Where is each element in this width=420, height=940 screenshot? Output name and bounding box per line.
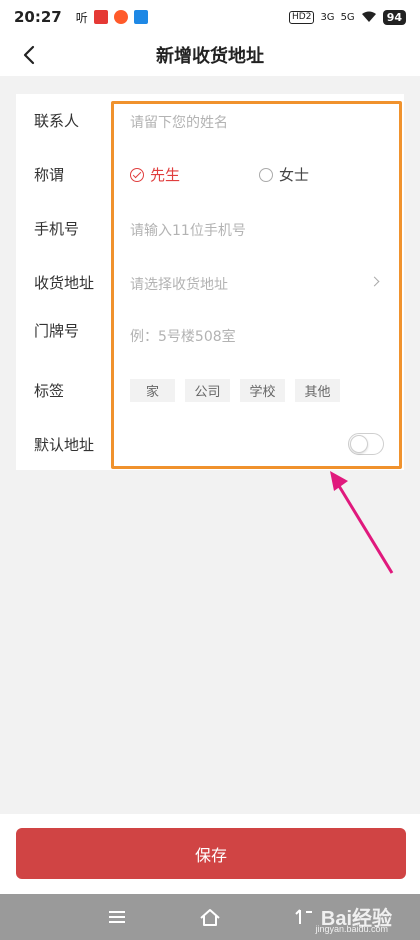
address-form: 联系人 请留下您的姓名 称谓 先生 女士 手机号 请输入11位手机号 收货地址 …	[16, 94, 404, 470]
radio-mr-label: 先生	[150, 166, 181, 184]
home-button[interactable]	[198, 906, 222, 928]
phone-row: 手机号 请输入11位手机号	[16, 202, 404, 256]
contact-name-input[interactable]: 请留下您的姓名	[130, 112, 228, 132]
menu-icon	[109, 911, 125, 923]
toggle-knob	[350, 435, 368, 453]
address-label: 收货地址	[34, 274, 95, 292]
tag-other[interactable]: 其他	[295, 379, 340, 402]
salutation-label: 称谓	[34, 166, 65, 184]
app-news-icon	[93, 10, 108, 24]
signal-3g-icon: 3G	[320, 11, 335, 23]
door-label: 门牌号	[34, 322, 80, 340]
salutation-row: 称谓 先生 女士	[16, 148, 404, 202]
save-button[interactable]: 保存	[16, 828, 406, 879]
home-icon	[200, 909, 220, 926]
tag-school[interactable]: 学校	[240, 379, 285, 402]
unchecked-circle-icon	[259, 167, 273, 182]
address-row[interactable]: 收货地址 请选择收货地址	[16, 256, 404, 310]
status-right: HD2 3G 5G 94	[289, 9, 406, 25]
battery-icon: 94	[382, 9, 406, 25]
address-select[interactable]: 请选择收货地址	[130, 274, 228, 294]
app-listen-icon: 听	[75, 10, 88, 25]
tag-company[interactable]: 公司	[185, 379, 230, 402]
default-address-toggle[interactable]	[348, 433, 384, 455]
menu-button[interactable]	[105, 906, 129, 928]
wifi-icon	[361, 11, 376, 22]
watermark-url: jingyan.baidu.com	[315, 924, 388, 934]
radio-ms[interactable]: 女士	[259, 164, 309, 185]
app-translate-icon	[133, 10, 148, 24]
contact-row: 联系人 请留下您的姓名	[16, 94, 404, 148]
back-icon	[295, 909, 312, 924]
phone-label: 手机号	[34, 220, 80, 238]
status-bar: 20:27 听 HD2 3G 5G 94	[0, 0, 420, 34]
tag-home[interactable]: 家	[130, 379, 175, 402]
chevron-right-icon	[369, 276, 380, 287]
back-nav-button[interactable]	[292, 906, 316, 928]
signal-5g-icon: 5G	[340, 11, 355, 23]
default-label: 默认地址	[34, 436, 95, 454]
tags-row: 标签 家 公司 学校 其他	[16, 364, 404, 418]
checked-circle-icon	[130, 167, 144, 182]
bottom-bar: 保存	[0, 814, 420, 894]
system-nav-bar: Bai经验 jingyan.baidu.com	[0, 894, 420, 940]
radio-mr[interactable]: 先生	[130, 164, 180, 185]
page-title: 新增收货地址	[156, 46, 264, 67]
tags-label: 标签	[34, 382, 65, 400]
radio-ms-label: 女士	[279, 166, 310, 184]
chevron-left-icon	[23, 45, 35, 65]
phone-input[interactable]: 请输入11位手机号	[130, 220, 246, 240]
status-left: 20:27 听	[14, 8, 148, 26]
app-weibo-icon	[113, 10, 128, 24]
contact-label: 联系人	[34, 112, 80, 130]
door-number-input[interactable]: 例：5号楼508室	[130, 326, 236, 346]
header: 新增收货地址	[0, 34, 420, 76]
arrow-annotation-icon	[330, 471, 394, 574]
door-row: 门牌号 例：5号楼508室	[16, 310, 404, 364]
tag-list: 家 公司 学校 其他	[130, 379, 340, 402]
back-button[interactable]	[16, 40, 46, 70]
default-row: 默认地址	[16, 418, 404, 472]
status-time: 20:27	[14, 8, 62, 26]
hd-icon: HD2	[289, 10, 315, 24]
